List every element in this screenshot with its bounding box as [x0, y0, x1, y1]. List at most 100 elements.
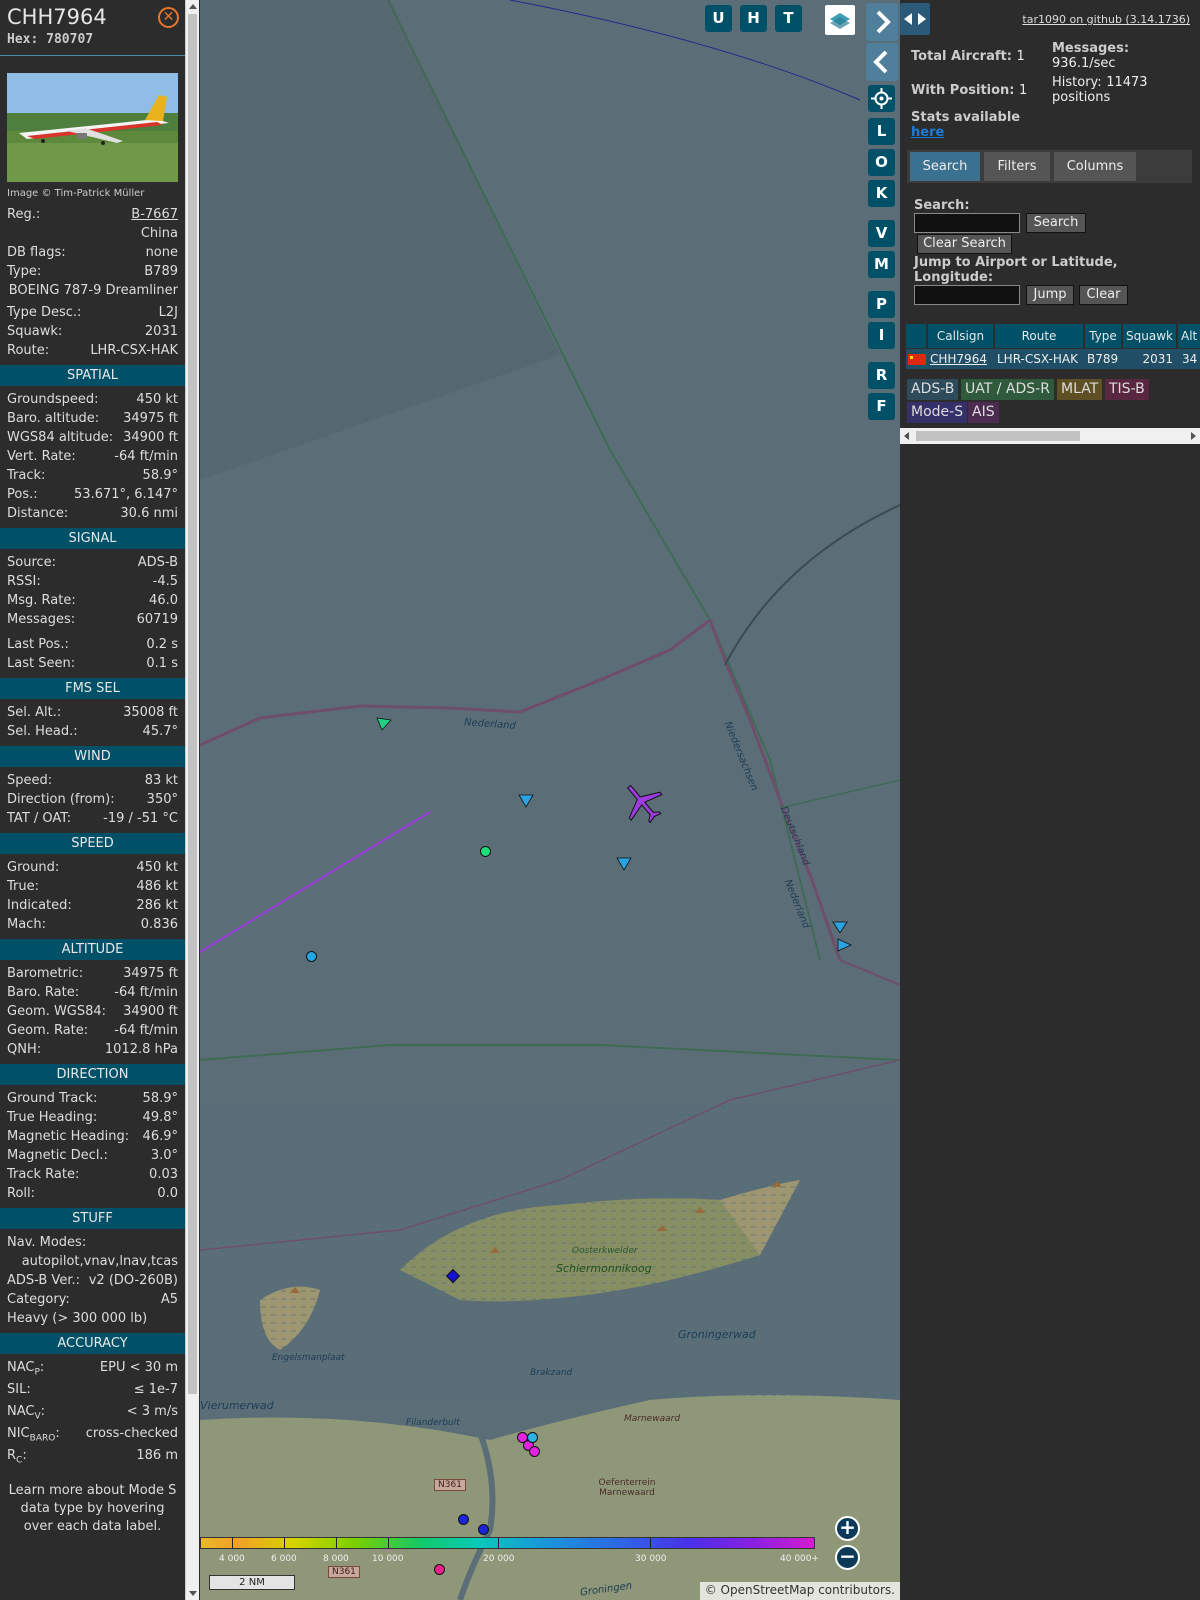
info-row-label: Mach: [7, 917, 46, 932]
map-attribution[interactable]: © OpenStreetMap contributors. [699, 1582, 900, 1600]
map-button-i[interactable]: I [868, 322, 895, 349]
dbflags-label: DB flags: [7, 245, 66, 260]
scroll-right-icon[interactable] [1191, 432, 1196, 440]
scroll-up-icon[interactable] [189, 4, 197, 9]
info-scrollbar[interactable] [185, 0, 199, 1600]
info-row-value: 3.0° [150, 1148, 178, 1163]
map-button-k[interactable]: K [868, 180, 895, 207]
info-row-value: 0.0 [157, 1186, 178, 1201]
clear-search-button[interactable]: Clear Search [917, 234, 1012, 254]
map-button-t[interactable]: T [775, 5, 802, 32]
info-row-value: 58.9° [142, 468, 178, 483]
aircraft-marker-blue-1[interactable] [518, 793, 534, 809]
info-header: CHH7964 Hex: 780707 ✕ [0, 0, 185, 56]
info-row: Indicated: 286 kt [0, 896, 185, 915]
legend-label-4000: 4 000 [219, 1554, 245, 1564]
close-icon[interactable]: ✕ [158, 7, 179, 28]
info-row-label: Baro. altitude: [7, 411, 100, 426]
vehicle-cluster[interactable] [517, 1432, 545, 1460]
stats-here-link[interactable]: here [911, 125, 1020, 140]
info-row-label: Messages: [7, 612, 76, 627]
zoom-in-icon[interactable]: + [835, 1516, 860, 1541]
map-button-l[interactable]: L [868, 118, 895, 145]
aircraft-marker-blue-4[interactable] [836, 938, 852, 952]
header-callsign[interactable]: Callsign [928, 324, 993, 348]
scale-bar: 2 NM [209, 1575, 295, 1590]
tab-columns[interactable]: Columns [1054, 152, 1136, 181]
info-row: Baro. altitude: 34975 ft [0, 409, 185, 428]
map-button-h[interactable]: H [740, 5, 767, 32]
aircraft-marker-blue-3[interactable] [832, 920, 848, 934]
aircraft-marker-blue-2[interactable] [616, 856, 632, 872]
row-type: B789 [1087, 352, 1119, 366]
nacv-label: NACV: [7, 1404, 46, 1422]
clear-button[interactable]: Clear [1079, 285, 1128, 305]
aircraft-photo[interactable] [7, 73, 178, 182]
header-route[interactable]: Route [995, 324, 1083, 348]
info-row-label: Ground Track: [7, 1091, 98, 1106]
badge-ais: AIS [968, 402, 999, 423]
header-altitude[interactable]: Alt [1178, 324, 1200, 348]
map-view[interactable]: Nederland Niedersachsen Deutschland Nede… [200, 0, 900, 1600]
layers-icon[interactable] [825, 5, 855, 35]
aircraft-marker-green[interactable] [376, 716, 392, 732]
map-button-m[interactable]: M [868, 251, 895, 278]
section-altitude: ALTITUDE [0, 939, 185, 960]
header-type[interactable]: Type [1085, 324, 1121, 348]
vehicle-marker-navy-1[interactable] [458, 1514, 469, 1525]
collapse-panel-icon[interactable] [866, 3, 898, 41]
info-row: RSSI: -4.5 [0, 572, 185, 591]
info-row-value: 46.0 [149, 593, 178, 608]
map-button-o[interactable]: O [868, 149, 895, 176]
scroll-left-icon[interactable] [904, 432, 909, 440]
info-row-value: 58.9° [142, 1091, 178, 1106]
reg-link[interactable]: B-7667 [131, 205, 178, 224]
tab-filters[interactable]: Filters [984, 152, 1050, 181]
ground-vehicle-blue[interactable] [306, 951, 317, 962]
info-row-value: 45.7° [142, 724, 178, 739]
map-button-v[interactable]: V [868, 220, 895, 247]
info-row: Ground: 450 kt [0, 858, 185, 877]
scroll-down-icon[interactable] [189, 1591, 197, 1596]
info-row: Magnetic Decl.: 3.0° [0, 1146, 185, 1165]
jump-input[interactable] [914, 285, 1020, 305]
github-link[interactable]: tar1090 on github (3.14.1736) [1022, 13, 1190, 26]
vehicle-marker-pink[interactable] [434, 1564, 445, 1575]
toggle-sidebar-icon[interactable] [900, 3, 930, 35]
squawk-value: 2031 [144, 324, 178, 339]
row-callsign[interactable]: CHH7964 [930, 349, 987, 369]
settings-gear-icon[interactable] [868, 85, 895, 112]
selected-aircraft-icon[interactable] [620, 780, 664, 824]
map-button-p[interactable]: P [868, 291, 895, 318]
search-input[interactable] [914, 213, 1020, 233]
jump-button[interactable]: Jump [1026, 285, 1074, 305]
ground-vehicle-green[interactable] [480, 846, 491, 857]
aircraft-list-panel: tar1090 on github (3.14.1736) Total Airc… [900, 0, 1200, 1600]
label-schiermonnikoog: Schiermonnikoog [556, 1262, 652, 1275]
header-squawk[interactable]: Squawk [1123, 324, 1176, 348]
legend-label-20000: 20 000 [483, 1554, 515, 1564]
nacp-value: EPU < 30 m [99, 1360, 178, 1375]
table-hscrollbar[interactable] [900, 428, 1200, 444]
hscroll-thumb[interactable] [916, 431, 1080, 441]
section-spatial: SPATIAL [0, 365, 185, 386]
map-button-r[interactable]: R [868, 362, 895, 389]
squawk-row: Squawk: 2031 [0, 322, 185, 341]
scrollbar-thumb[interactable] [188, 14, 197, 1394]
vehicle-marker-navy-2[interactable] [478, 1524, 489, 1535]
expand-panel-icon[interactable] [866, 43, 898, 81]
rc-row: RC: 186 m [0, 1446, 185, 1468]
table-row[interactable]: CHH7964 LHR-CSX-HAK B789 2031 34 [906, 349, 1200, 369]
map-button-u[interactable]: U [705, 5, 732, 32]
map-button-f[interactable]: F [868, 393, 895, 420]
heavy-text: Heavy (> 300 000 lb) [7, 1311, 148, 1326]
tab-search[interactable]: Search [910, 152, 980, 181]
section-wind: WIND [0, 746, 185, 767]
nicbaro-row: NICBARO: cross-checked [0, 1424, 185, 1446]
search-button[interactable]: Search [1026, 213, 1086, 233]
info-row: Mach: 0.836 [0, 915, 185, 934]
info-row-value: 350° [146, 792, 178, 807]
info-row-label: Speed: [7, 773, 53, 788]
label-oosterkwelder: Oosterkwelder [572, 1246, 638, 1256]
zoom-out-icon[interactable]: − [835, 1545, 860, 1570]
